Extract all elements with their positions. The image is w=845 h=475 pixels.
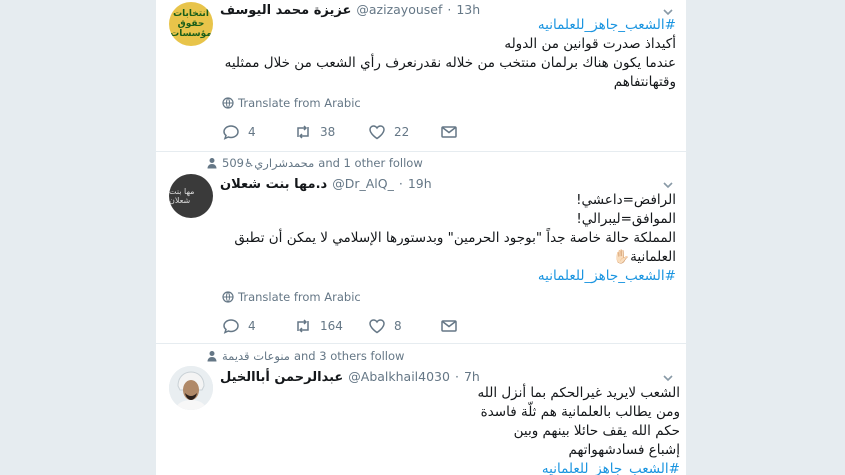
tweet-text: الرافض=داعشي! الموافق=ليبرالي! المملكة ح… xyxy=(220,191,676,286)
separator-dot: · xyxy=(454,369,459,384)
globe-icon xyxy=(222,97,234,109)
translate-label: Translate from Arabic xyxy=(238,96,361,110)
direct-message-button[interactable] xyxy=(440,317,458,335)
reply-count: 4 xyxy=(248,319,256,333)
translate-link[interactable]: Translate from Arabic xyxy=(222,290,361,304)
display-name[interactable]: د.مها بنت شعلان xyxy=(220,177,327,192)
hashtag-link[interactable]: #الشعب_جاهز_للعلمانيه xyxy=(220,16,676,35)
social-context[interactable]: منوعات قديمة and 3 others follow xyxy=(206,349,404,363)
reply-icon xyxy=(223,125,239,140)
tweet-line: العلمانية✋🏻 xyxy=(613,249,676,265)
social-names[interactable]: محمدشراري♿509 xyxy=(222,156,314,170)
globe-icon xyxy=(222,291,234,303)
tweet-line: الموافق=ليبرالي! xyxy=(576,211,676,227)
person-icon xyxy=(207,351,217,362)
tweet-line: أكيداذ صدرت قوانين من الدوله xyxy=(504,36,676,52)
chevron-down-icon[interactable] xyxy=(662,179,674,191)
tweet-line: وقتهانتفاهم xyxy=(613,74,676,90)
tweet-line: الشعب لايريد غيرالحكم بما أنزل الله xyxy=(477,385,681,401)
like-count: 8 xyxy=(394,319,402,333)
retweet-button[interactable]: 38 xyxy=(294,123,335,141)
tweet[interactable]: انتخابات حقوق مؤسسات عزيزة محمد اليوسف @… xyxy=(156,0,686,152)
tweet-text: #الشعب_جاهز_للعلمانيه أكيداذ صدرت قوانين… xyxy=(220,16,676,92)
like-button[interactable]: 8 xyxy=(368,317,402,335)
direct-message-button[interactable] xyxy=(440,123,458,141)
reply-icon xyxy=(223,319,239,334)
heart-icon xyxy=(369,319,385,334)
envelope-icon xyxy=(441,320,457,332)
person-icon xyxy=(207,158,217,169)
tweet-header: د.مها بنت شعلان @Dr_AlQ_ · 19h xyxy=(220,176,432,192)
tweet-header: عبدالرحمن أباالخيل @Abalkhail4030 · 7h xyxy=(220,369,480,385)
avatar[interactable]: مها بنت شعلان xyxy=(169,174,213,218)
username[interactable]: @Dr_AlQ_ xyxy=(332,176,394,191)
tweet-actions: 4 164 8 xyxy=(222,317,522,337)
reply-button[interactable]: 4 xyxy=(222,123,256,141)
social-context[interactable]: محمدشراري♿509 and 1 other follow xyxy=(206,156,423,170)
avatar-text: مها بنت شعلان xyxy=(169,187,195,205)
chevron-down-icon[interactable] xyxy=(662,372,674,384)
retweet-button[interactable]: 164 xyxy=(294,317,343,335)
reply-count: 4 xyxy=(248,125,256,139)
username[interactable]: @Abalkhail4030 xyxy=(348,369,450,384)
social-rest: and 1 other follow xyxy=(318,156,423,170)
profile-photo xyxy=(169,366,213,410)
envelope-icon xyxy=(441,126,457,138)
social-rest: and 3 others follow xyxy=(293,349,405,363)
like-count: 22 xyxy=(394,125,410,139)
avatar[interactable] xyxy=(169,366,213,410)
hashtag-link[interactable]: #الشعب_جاهز_للعلمانيه xyxy=(456,460,680,475)
timeline-feed: انتخابات حقوق مؤسسات عزيزة محمد اليوسف @… xyxy=(155,0,687,475)
tweet-line: المملكة حالة خاصة جداً "بوجود الحرمين" و… xyxy=(234,230,676,246)
reply-button[interactable]: 4 xyxy=(222,317,256,335)
retweet-count: 164 xyxy=(320,319,343,333)
tweet-line: عندما يكون هناك برلمان منتخب من خلاله نق… xyxy=(224,55,676,71)
social-names[interactable]: منوعات قديمة xyxy=(222,349,290,363)
tweet-text: الشعب لايريد غيرالحكم بما أنزل الله ومن … xyxy=(456,384,681,475)
hashtag-link[interactable]: #الشعب_جاهز_للعلمانيه xyxy=(220,267,676,286)
separator-dot: · xyxy=(447,2,452,17)
heart-icon xyxy=(369,125,385,140)
tweet-line: ومن يطالب بالعلمانية هم ثلّة فاسدة xyxy=(480,404,680,420)
timestamp[interactable]: 19h xyxy=(408,176,432,191)
username[interactable]: @azizayousef xyxy=(356,2,442,17)
retweet-count: 38 xyxy=(320,125,336,139)
tweet[interactable]: محمدشراري♿509 and 1 other follow مها بنت… xyxy=(156,151,686,344)
tweet-actions: 4 38 22 xyxy=(222,123,522,143)
display-name[interactable]: عبدالرحمن أباالخيل xyxy=(220,370,343,385)
translate-label: Translate from Arabic xyxy=(238,290,361,304)
timestamp[interactable]: 7h xyxy=(464,369,480,384)
avatar[interactable]: انتخابات حقوق مؤسسات xyxy=(169,2,213,46)
translate-link[interactable]: Translate from Arabic xyxy=(222,96,361,110)
separator-dot: · xyxy=(398,176,403,191)
tweet-line: إشباع فسادشهواتهم xyxy=(568,442,680,458)
tweet-line: حكم الله يقف حائلا بينهم وبين xyxy=(513,423,680,439)
retweet-icon xyxy=(297,125,309,139)
timestamp[interactable]: 13h xyxy=(456,2,480,17)
tweet[interactable]: منوعات قديمة and 3 others follow عبدالرح… xyxy=(156,344,686,475)
retweet-icon xyxy=(297,319,309,333)
like-button[interactable]: 22 xyxy=(368,123,409,141)
tweet-line: الرافض=داعشي! xyxy=(576,192,676,208)
avatar-text: انتخابات حقوق مؤسسات xyxy=(170,9,212,39)
